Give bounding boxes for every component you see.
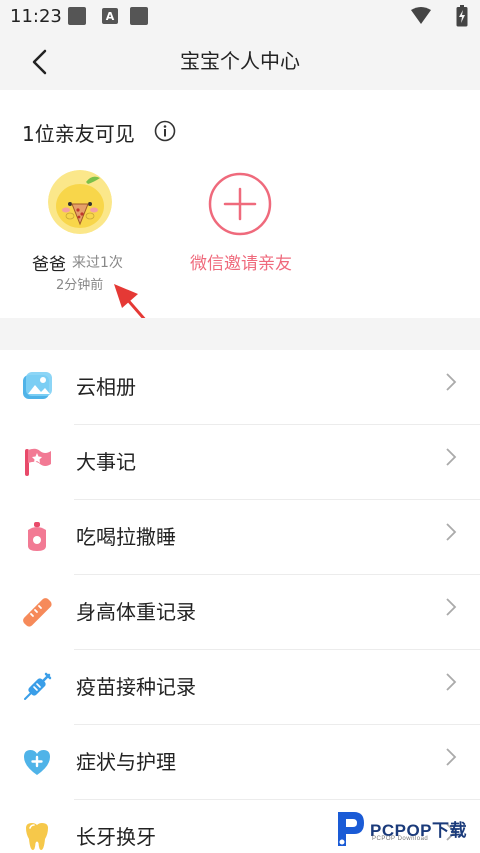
photo-album-icon (23, 372, 52, 399)
visible-count-title: 1位亲友可见 (22, 122, 135, 146)
status-time: 11:23 (10, 6, 62, 27)
menu-label: 疫苗接种记录 (76, 675, 196, 699)
syringe-icon (24, 672, 52, 700)
chevron-right-icon (446, 373, 457, 391)
menu-label: 身高体重记录 (76, 600, 196, 624)
status-bar: 11:23 A (0, 0, 480, 32)
member-name: 爸爸 (32, 255, 66, 275)
chevron-right-icon (446, 673, 457, 691)
baby-bottle-icon (28, 522, 46, 551)
nav-bar: 宝宝个人中心 (0, 32, 480, 90)
menu-item-teething[interactable]: 长牙换牙 (0, 800, 480, 853)
wifi-icon (411, 7, 431, 24)
tooth-icon (26, 823, 48, 850)
member-visit-count: 来过1次 (72, 255, 123, 271)
menu-item-vaccination[interactable]: 疫苗接种记录 (0, 650, 480, 725)
section-gap (0, 318, 480, 350)
menu-label: 症状与护理 (76, 750, 176, 774)
lemon-avatar-icon (48, 170, 112, 234)
chevron-right-icon (446, 598, 457, 616)
chevron-right-icon (446, 823, 457, 841)
member-last-seen: 2分钟前 (56, 278, 104, 293)
invite-wechat-button[interactable]: 微信邀请亲友 (176, 172, 306, 282)
menu-item-photo-album[interactable]: 云相册 (0, 350, 480, 425)
feature-menu: 云相册 大事记 吃喝拉撒睡 身高体重记录 疫苗接种记录 症状与护理 长牙换牙 (0, 350, 480, 853)
menu-item-symptoms[interactable]: 症状与护理 (0, 725, 480, 800)
a-notification-icon: A (102, 8, 118, 24)
image-icon (130, 7, 148, 25)
menu-item-height-weight[interactable]: 身高体重记录 (0, 575, 480, 650)
family-member-dad[interactable]: 爸爸 来过1次 2分钟前 (20, 170, 150, 300)
menu-label: 大事记 (76, 450, 136, 474)
heart-plus-icon (24, 750, 50, 775)
family-visibility-card: 1位亲友可见 爸爸 来过1次 2分钟前 微信邀请亲友 (0, 90, 480, 318)
info-icon[interactable] (154, 120, 176, 142)
invite-label: 微信邀请亲友 (190, 254, 292, 274)
chevron-right-icon (446, 523, 457, 541)
menu-item-daily-care[interactable]: 吃喝拉撒睡 (0, 500, 480, 575)
menu-label: 吃喝拉撒睡 (76, 525, 176, 549)
menu-label: 长牙换牙 (76, 825, 156, 849)
image-icon (68, 7, 86, 25)
flag-icon (25, 448, 51, 476)
ruler-icon (23, 598, 52, 627)
battery-charging-icon (456, 5, 468, 27)
chevron-right-icon (446, 748, 457, 766)
plus-circle-icon (208, 172, 272, 236)
page-title: 宝宝个人中心 (180, 49, 300, 73)
menu-label: 云相册 (76, 375, 136, 399)
menu-item-milestones[interactable]: 大事记 (0, 425, 480, 500)
chevron-right-icon (446, 448, 457, 466)
